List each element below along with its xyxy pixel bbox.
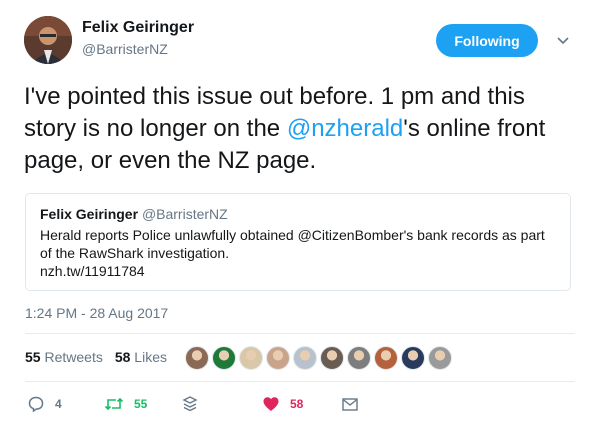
quoted-link[interactable]: nzh.tw/11911784 (40, 262, 556, 280)
divider (25, 381, 575, 382)
retweets-stat[interactable]: 55 Retweets (25, 349, 103, 365)
quoted-author-name: Felix Geiringer (40, 206, 139, 222)
retweets-count: 55 (25, 349, 41, 365)
liker-avatar[interactable] (185, 346, 209, 370)
author-name[interactable]: Felix Geiringer (82, 19, 194, 37)
liker-avatar[interactable] (266, 346, 290, 370)
following-button[interactable]: Following (436, 24, 538, 57)
likes-label: Likes (134, 349, 167, 365)
like-count: 58 (290, 397, 304, 411)
liker-avatar[interactable] (239, 346, 263, 370)
heart-icon (263, 397, 279, 411)
liker-avatar[interactable] (293, 346, 317, 370)
reply-count: 4 (55, 397, 62, 411)
liker-avatar[interactable] (212, 346, 236, 370)
chevron-down-icon[interactable] (556, 34, 570, 48)
reply-icon (28, 396, 44, 413)
like-button[interactable]: 58 (262, 395, 303, 413)
stack-icon (182, 396, 198, 412)
reply-button[interactable]: 4 (27, 395, 62, 413)
envelope-icon (342, 398, 358, 411)
tweet-timestamp[interactable]: 1:24 PM - 28 Aug 2017 (25, 305, 168, 321)
retweet-button[interactable]: 55 (104, 395, 147, 413)
liker-avatar[interactable] (428, 346, 452, 370)
divider (25, 333, 575, 334)
liker-avatar[interactable] (347, 346, 371, 370)
mention-link[interactable]: @nzherald (287, 115, 403, 142)
quoted-author-handle: @BarristerNZ (141, 206, 228, 222)
action-bar: 4 55 58 (0, 395, 600, 415)
add-to-moment-button[interactable] (182, 395, 198, 413)
retweets-label: Retweets (44, 349, 103, 365)
tweet-text: I've pointed this issue out before. 1 pm… (24, 81, 580, 177)
retweet-count: 55 (134, 397, 148, 411)
avatar-image (24, 16, 72, 64)
quoted-text: Herald reports Police unlawfully obtaine… (40, 227, 545, 261)
likes-stat[interactable]: 58 Likes (115, 349, 167, 365)
engagement-stats: 55 Retweets 58 Likes (25, 349, 179, 365)
liker-avatar[interactable] (401, 346, 425, 370)
quoted-tweet[interactable]: Felix Geiringer @BarristerNZ Herald repo… (25, 193, 571, 291)
direct-message-button[interactable] (341, 395, 359, 413)
liker-avatar[interactable] (374, 346, 398, 370)
liker-avatar[interactable] (320, 346, 344, 370)
author-avatar[interactable] (24, 16, 72, 64)
quoted-author: Felix Geiringer @BarristerNZ (40, 206, 556, 222)
retweet-icon (104, 397, 124, 411)
author-handle[interactable]: @BarristerNZ (82, 41, 168, 57)
likes-count: 58 (114, 349, 131, 365)
liker-avatars (185, 346, 455, 370)
